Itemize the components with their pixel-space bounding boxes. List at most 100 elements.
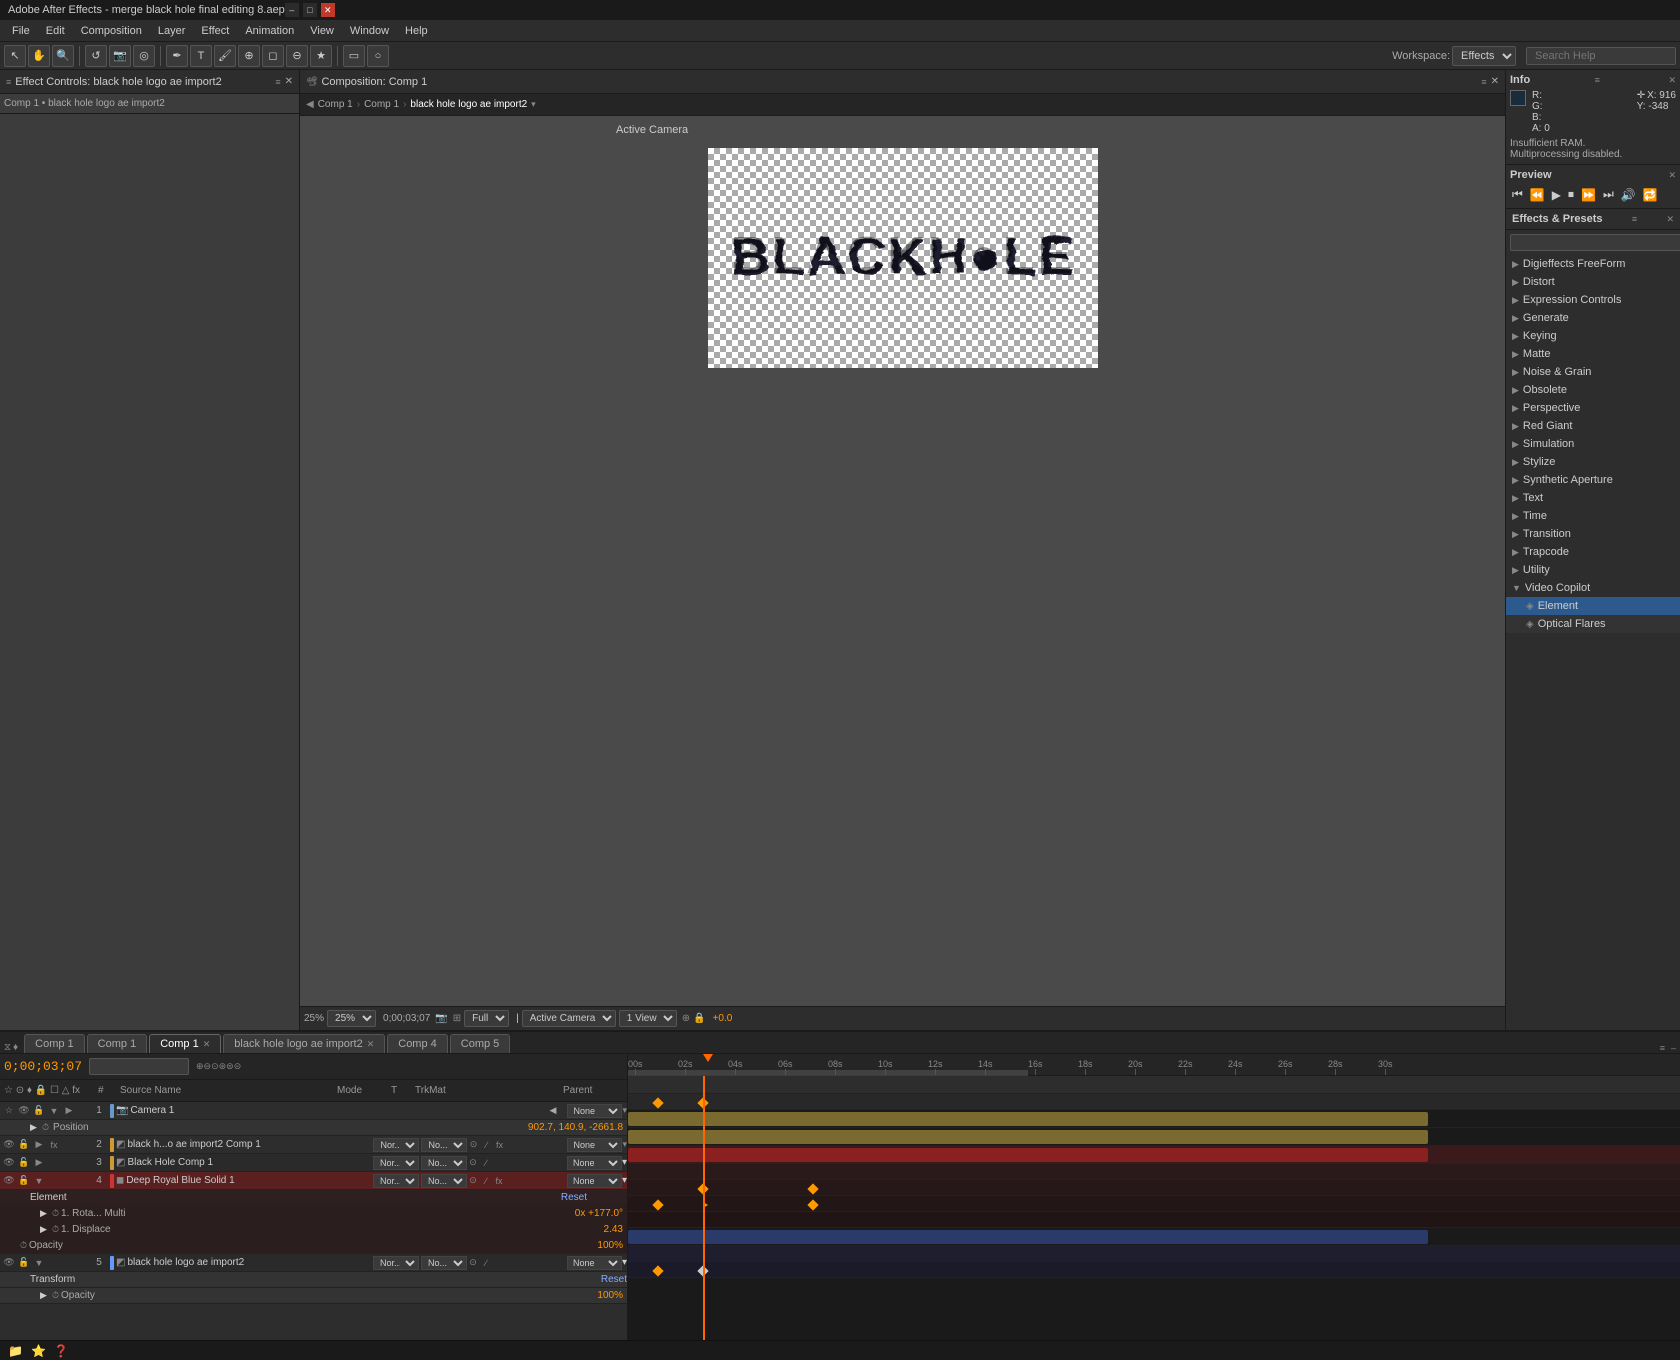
tab-comp5[interactable]: Comp 5 [450,1034,511,1053]
effects-category-perspective[interactable]: ▶ Perspective [1506,399,1680,417]
layer-lock-4[interactable]: 🔓 [17,1174,31,1188]
workspace-select[interactable]: Effects [1452,46,1516,66]
menu-help[interactable]: Help [397,23,436,39]
tab-comp4[interactable]: Comp 4 [387,1034,448,1053]
menu-file[interactable]: File [4,23,38,39]
layer-2-parent[interactable]: None [567,1138,622,1152]
switch-icon[interactable]: ⊙ [467,1257,479,1269]
tool-camera[interactable]: 📷 [109,45,131,67]
comp-breadcrumb-nav-icon[interactable]: ▾ [531,99,536,110]
preview-step-fwd[interactable]: ⏩ [1579,186,1598,204]
tool-arrow[interactable]: ↖ [4,45,26,67]
keyframe-disp-1[interactable] [652,1199,663,1210]
tab-comp1-2[interactable]: Comp 1 [87,1034,148,1053]
tool-zoom[interactable]: 🔍 [52,45,74,67]
effect-item-element[interactable]: ◈ Element [1506,597,1680,615]
tool-shape-ellipse[interactable]: ○ [367,45,389,67]
layer-eye-3[interactable]: 👁 [2,1156,16,1170]
tool-rotate[interactable]: ↺ [85,45,107,67]
zoom-select[interactable]: 25% [327,1010,376,1027]
track-2[interactable] [628,1110,1680,1128]
displace-expand[interactable]: ▶ [40,1224,52,1235]
tab-blackhole[interactable]: black hole logo ae import2 ✕ [223,1034,385,1053]
layer-2-trkmat[interactable]: No... [421,1138,467,1152]
layer-solo[interactable]: ☆ [2,1104,16,1118]
keyframe-1[interactable] [652,1097,663,1108]
effect-item-opticalflares[interactable]: ◈ Optical Flares [1506,615,1680,633]
layer-eye-5[interactable]: 👁 [2,1256,16,1270]
effects-category-expression[interactable]: ▶ Expression Controls [1506,291,1680,309]
active-camera-select[interactable]: Active Camera [522,1010,616,1027]
maximize-button[interactable]: □ [303,3,317,17]
layer-expand[interactable]: ▼ [47,1104,61,1118]
layer-lock-3[interactable]: 🔓 [17,1156,31,1170]
tool-pen[interactable]: ✒ [166,45,188,67]
preview-play[interactable]: ▶ [1550,186,1563,204]
status-help-icon[interactable]: ❓ [54,1344,69,1358]
minimize-button[interactable]: – [285,3,299,17]
preview-stop[interactable]: ⏹ [1566,185,1576,204]
effects-category-stylize[interactable]: ▶ Stylize [1506,453,1680,471]
resolution-select[interactable]: Full [464,1010,509,1027]
menu-window[interactable]: Window [342,23,397,39]
main-timecode[interactable]: 0;00;03;07 [4,1059,82,1074]
track-3[interactable] [628,1128,1680,1146]
layer-2-mode[interactable]: Nor... [373,1138,419,1152]
comp-breadcrumb-comp1[interactable]: Comp 1 [318,99,353,110]
effects-menu[interactable]: ≡ [1632,214,1637,224]
displace-stopwatch[interactable]: ⏱ [52,1224,59,1235]
switch-slash[interactable]: ∕ [480,1257,492,1269]
track-4[interactable] [628,1146,1680,1164]
tab-comp1-3[interactable]: Comp 1 ✕ [149,1034,221,1053]
track-4-element[interactable] [628,1164,1680,1180]
effects-category-distort[interactable]: ▶ Distort [1506,273,1680,291]
keyframe-disp-2[interactable] [807,1199,818,1210]
switch-icon[interactable]: ⊙ [467,1157,479,1169]
tool-brush[interactable]: 🖌 [214,45,236,67]
menu-edit[interactable]: Edit [38,23,73,39]
preview-step-back[interactable]: ⏪ [1528,186,1547,204]
effects-category-text[interactable]: ▶ Text [1506,489,1680,507]
effects-category-redgiant[interactable]: ▶ Red Giant [1506,417,1680,435]
timeline-minimize[interactable]: – [1671,1043,1676,1053]
effects-category-noise[interactable]: ▶ Noise & Grain [1506,363,1680,381]
layer-3-parent[interactable]: None [567,1156,622,1170]
preview-skip-start[interactable]: ⏮ [1510,185,1525,204]
status-star-icon[interactable]: ⭐ [31,1344,46,1358]
rotation-stopwatch[interactable]: ⏱ [52,1208,59,1219]
layer-expand-3[interactable]: ▶ [32,1156,46,1170]
track-4-displace[interactable] [628,1196,1680,1212]
effects-category-trapcode[interactable]: ▶ Trapcode [1506,543,1680,561]
effects-category-digieffects[interactable]: ▶ Digieffects FreeForm [1506,255,1680,273]
preview-audio[interactable]: 🔊 [1619,186,1638,204]
layer-expand2[interactable]: ▶ [62,1104,76,1118]
close-button[interactable]: ✕ [321,3,335,17]
tool-puppet[interactable]: ★ [310,45,332,67]
track-5[interactable] [628,1228,1680,1246]
effects-category-keying[interactable]: ▶ Keying [1506,327,1680,345]
effects-category-utility[interactable]: ▶ Utility [1506,561,1680,579]
menu-layer[interactable]: Layer [150,23,194,39]
transform-reset[interactable]: Reset [601,1274,627,1285]
layer-expand-2[interactable]: ▶ [32,1138,46,1152]
track-4-rotation[interactable] [628,1180,1680,1196]
panel-close-btn[interactable]: ✕ [285,76,293,87]
panel-menu-icon[interactable]: ≡ [275,77,280,87]
layer-eye[interactable]: 👁 [17,1104,31,1118]
tool-orbit[interactable]: ◎ [133,45,155,67]
element-reset[interactable]: Reset [561,1192,587,1203]
tool-stamp[interactable]: ⊕ [238,45,260,67]
layer-lock[interactable]: 🔓 [32,1104,46,1118]
comp-breadcrumb-import2[interactable]: black hole logo ae import2 [410,99,527,110]
switch-slash[interactable]: ∕ [480,1157,492,1169]
comp-menu-icon[interactable]: ≡ [1481,77,1486,87]
effects-category-transition[interactable]: ▶ Transition [1506,525,1680,543]
switch-fx-4[interactable]: fx [493,1175,505,1187]
tool-roto[interactable]: ⊖ [286,45,308,67]
layer-eye-4[interactable]: 👁 [2,1174,16,1188]
search-help-input[interactable] [1526,47,1676,65]
menu-view[interactable]: View [302,23,342,39]
layer-5-trkmat[interactable]: No... [421,1256,467,1270]
opacity-expand-5[interactable]: ▶ [40,1290,52,1301]
tab-close-icon[interactable]: ✕ [203,1039,211,1050]
